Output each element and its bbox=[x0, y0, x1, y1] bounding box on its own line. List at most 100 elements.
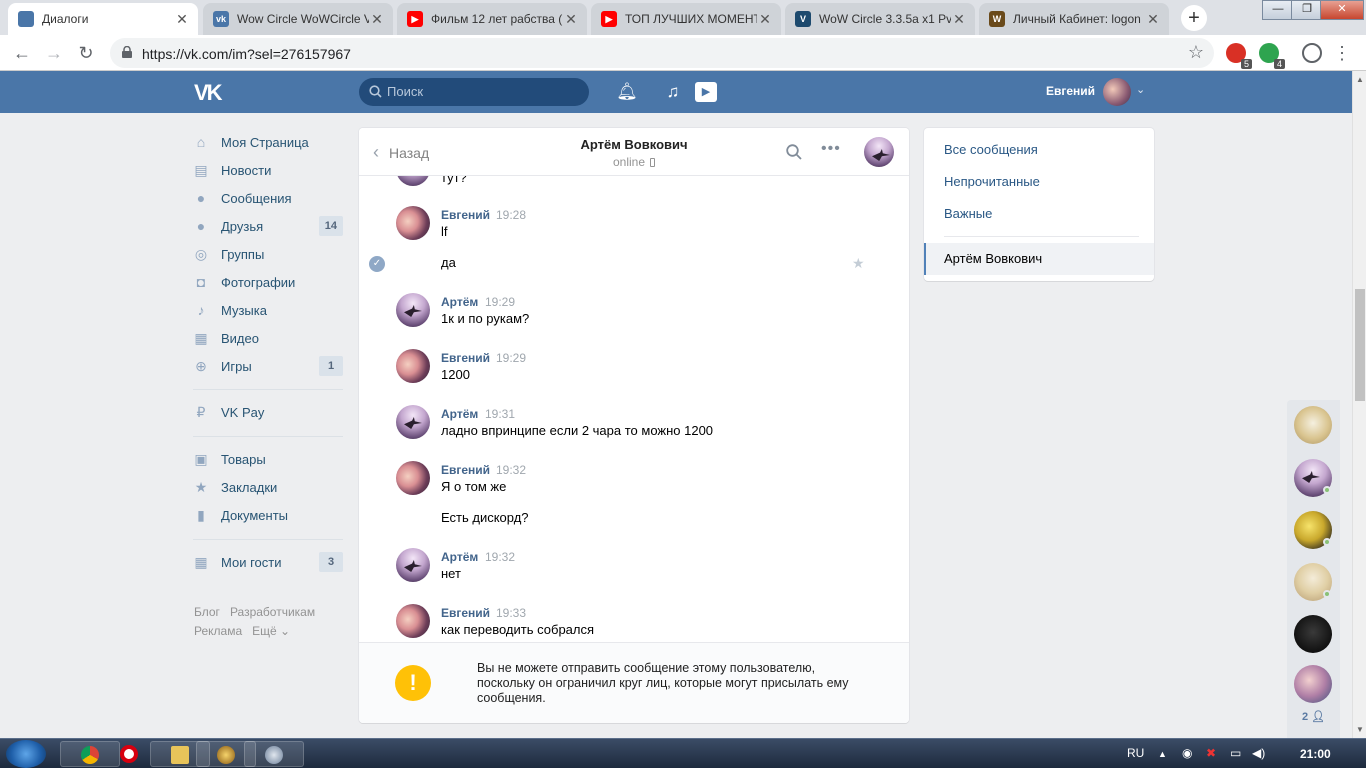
taskbar-opera[interactable] bbox=[120, 741, 138, 767]
selected-check-icon[interactable]: ✓ bbox=[369, 256, 385, 272]
vk-logo[interactable]: VK bbox=[194, 80, 223, 106]
menu-item[interactable]: ◎ Группы bbox=[193, 240, 343, 268]
message-author[interactable]: Евгений bbox=[441, 606, 490, 620]
star-icon: ★ bbox=[194, 479, 208, 495]
close-tab-icon[interactable]: ✕ bbox=[1145, 11, 1161, 28]
menu-item-label: Друзья bbox=[221, 218, 264, 234]
browser-tab[interactable]: ▶ Фильм 12 лет рабства (✕ bbox=[397, 3, 587, 35]
friend-avatar[interactable] bbox=[1294, 406, 1332, 444]
filter-important[interactable]: Важные bbox=[944, 206, 992, 221]
avatar[interactable] bbox=[396, 604, 430, 638]
message-time: 19:31 bbox=[485, 407, 516, 421]
scrollbar-thumb[interactable] bbox=[1355, 289, 1365, 401]
avatar[interactable] bbox=[396, 206, 430, 240]
address-bar[interactable]: https://vk.com/im?sel=276157967 ☆ bbox=[110, 38, 1214, 68]
menu-item[interactable]: ★ Закладки bbox=[193, 473, 343, 501]
menu-item[interactable]: ▮ Документы bbox=[193, 501, 343, 529]
taskbar-chrome[interactable] bbox=[60, 741, 120, 767]
user-name[interactable]: Евгений bbox=[1046, 84, 1095, 98]
message-author[interactable]: Артём bbox=[441, 295, 478, 309]
back-arrow-icon[interactable]: ← bbox=[10, 41, 34, 65]
extension-icon[interactable]: 5 bbox=[1226, 43, 1252, 69]
bell-icon[interactable]: 🔔︎ bbox=[616, 81, 638, 103]
footer-link-developers[interactable]: Разработчикам bbox=[230, 605, 315, 619]
taskbar-app[interactable] bbox=[244, 741, 304, 767]
close-tab-icon[interactable]: ✕ bbox=[563, 11, 579, 28]
tray-app-icon[interactable]: ◉ bbox=[1182, 746, 1192, 760]
start-button[interactable] bbox=[6, 740, 46, 768]
page-scrollbar[interactable]: ▲ ▼ bbox=[1352, 71, 1366, 738]
avatar[interactable] bbox=[396, 293, 430, 327]
filter-unread[interactable]: Непрочитанные bbox=[944, 174, 1040, 189]
avatar[interactable] bbox=[396, 349, 430, 383]
message-author[interactable]: Артём bbox=[441, 550, 478, 564]
footer-link-more[interactable]: Ещё ⌄ bbox=[252, 624, 290, 638]
close-tab-icon[interactable]: ✕ bbox=[951, 11, 967, 28]
avatar[interactable] bbox=[1103, 78, 1131, 106]
footer-link-ads[interactable]: Реклама bbox=[194, 624, 242, 638]
online-friends-count[interactable]: 2 👤︎ bbox=[1302, 710, 1325, 723]
tray-expand-icon[interactable]: ▲ bbox=[1158, 749, 1167, 759]
message-author[interactable]: Евгений bbox=[441, 351, 490, 365]
language-indicator[interactable]: RU bbox=[1127, 746, 1144, 760]
menu-item[interactable]: ● Друзья 14 bbox=[193, 212, 343, 240]
tab-title: Диалоги bbox=[42, 12, 89, 26]
close-tab-icon[interactable]: ✕ bbox=[174, 11, 190, 28]
menu-item[interactable]: ▣ Товары bbox=[193, 445, 343, 473]
browser-tab[interactable]: V WoW Circle 3.3.5a x1 PvE ✕ bbox=[785, 3, 975, 35]
browser-tab[interactable]: ▶ ТОП ЛУЧШИХ МОМЕНТ ✕ bbox=[591, 3, 781, 35]
footer-link-blog[interactable]: Блог bbox=[194, 605, 220, 619]
close-window-button[interactable]: ✕ bbox=[1320, 0, 1364, 20]
browser-tab[interactable]: Диалоги ✕ bbox=[8, 3, 198, 35]
scroll-up-icon[interactable]: ▲ bbox=[1356, 75, 1364, 84]
blocked-notice-text: Вы не можете отправить сообщение этому п… bbox=[477, 661, 849, 705]
forward-arrow-icon[interactable]: → bbox=[42, 41, 66, 65]
volume-icon[interactable]: ◀) bbox=[1252, 746, 1265, 760]
filter-all-messages[interactable]: Все сообщения bbox=[944, 142, 1038, 157]
minimize-button[interactable]: — bbox=[1262, 0, 1294, 20]
music-note-icon[interactable]: ♫ bbox=[662, 81, 684, 103]
chevron-down-icon[interactable]: ⌄ bbox=[1136, 83, 1145, 96]
browser-tab[interactable]: vk Wow Circle WoWCircle V ✕ bbox=[203, 3, 393, 35]
menu-item-vkpay[interactable]: ₽ VK Pay bbox=[193, 398, 343, 426]
tray-display-icon[interactable]: ▭ bbox=[1230, 746, 1241, 760]
close-tab-icon[interactable]: ✕ bbox=[757, 11, 773, 28]
maximize-button[interactable]: ❐ bbox=[1291, 0, 1323, 20]
menu-item[interactable]: ▤ Новости bbox=[193, 156, 343, 184]
browser-tab[interactable]: W Личный Кабинет: logon ✕ bbox=[979, 3, 1169, 35]
avatar[interactable] bbox=[396, 461, 430, 495]
menu-item[interactable]: ◘ Фотографии bbox=[193, 268, 343, 296]
selected-conversation[interactable]: Артём Вовкович bbox=[924, 243, 1154, 275]
avatar[interactable] bbox=[396, 405, 430, 439]
extension-shield-icon[interactable]: 4 bbox=[1259, 43, 1285, 69]
friend-avatar[interactable] bbox=[1294, 665, 1332, 703]
menu-item[interactable]: ● Сообщения bbox=[193, 184, 343, 212]
avatar bbox=[396, 176, 430, 186]
avatar[interactable] bbox=[396, 548, 430, 582]
search-icon[interactable] bbox=[786, 144, 802, 160]
bookmark-star-icon[interactable]: ☆ bbox=[1188, 42, 1204, 63]
reload-icon[interactable]: ↻ bbox=[74, 41, 98, 65]
menu-item[interactable]: ♪ Музыка bbox=[193, 296, 343, 324]
new-tab-button[interactable]: + bbox=[1181, 5, 1207, 31]
profile-icon[interactable] bbox=[1302, 43, 1322, 63]
tray-network-error-icon[interactable]: ✖ bbox=[1206, 746, 1216, 760]
friend-avatar[interactable] bbox=[1294, 615, 1332, 653]
menu-item-guests[interactable]: ▦ Мои гости 3 bbox=[193, 548, 343, 576]
clock[interactable]: 21:00 bbox=[1300, 747, 1331, 761]
search-input[interactable]: Поиск bbox=[359, 78, 589, 106]
message-author[interactable]: Евгений bbox=[441, 208, 490, 222]
menu-item[interactable]: ▦ Видео bbox=[193, 324, 343, 352]
more-options-icon[interactable]: ••• bbox=[821, 140, 841, 158]
star-icon[interactable]: ★ bbox=[852, 255, 865, 272]
menu-dots-icon[interactable]: ⋮ bbox=[1330, 41, 1354, 65]
menu-item[interactable]: ⊕ Игры 1 bbox=[193, 352, 343, 380]
play-icon[interactable]: ▶ bbox=[695, 82, 717, 102]
scroll-down-icon[interactable]: ▼ bbox=[1356, 725, 1364, 734]
message-author[interactable]: Евгений bbox=[441, 463, 490, 477]
message-author[interactable]: Артём bbox=[441, 407, 478, 421]
message-history[interactable]: тут? Евгений 19:28 lf да ✓ ★ Артём 19:29 1к и по… bbox=[359, 176, 909, 642]
avatar[interactable] bbox=[864, 137, 894, 167]
close-tab-icon[interactable]: ✕ bbox=[369, 11, 385, 28]
menu-item[interactable]: ⌂ Моя Страница bbox=[193, 128, 343, 156]
